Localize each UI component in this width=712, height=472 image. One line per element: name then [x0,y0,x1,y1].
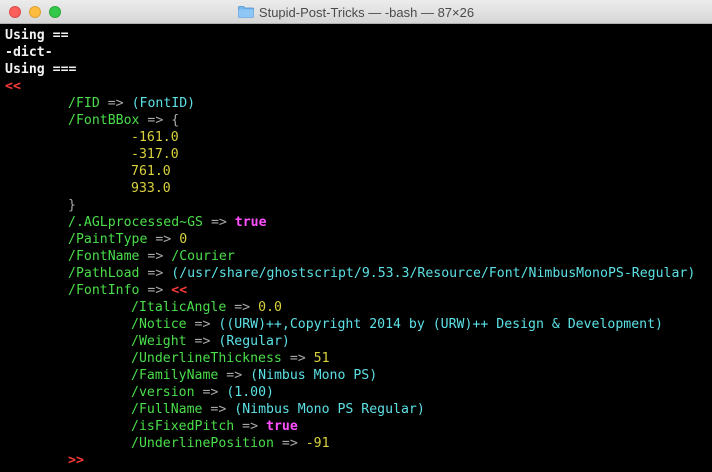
dict-key: /FamilyName [131,368,219,383]
dict-key: /FontName [68,249,140,264]
title-bar[interactable]: Stupid-Post-Tricks — -bash — 87×26 [0,0,712,24]
dict-key: /PaintType [68,232,148,247]
output-line: Using == [5,27,712,44]
array-item: -161.0 [5,129,712,146]
dict-value: 0 [179,232,188,247]
dict-value: ((URW)++,Copyright 2014 by (URW)++ Desig… [218,317,663,332]
array-item: -317.0 [5,146,712,163]
dict-key: /FontInfo [68,283,140,298]
dict-entry: /PathLoad => (/usr/share/ghostscript/9.5… [5,265,712,282]
arrow: => [194,317,211,332]
output-text: -dict- [5,45,53,60]
arrow: => [147,283,164,298]
dict-entry: /Notice => ((URW)++,Copyright 2014 by (U… [5,316,712,333]
dict-entry: /UnderlinePosition => -91 [5,435,712,452]
arrow: => [147,249,164,264]
array-value: -161.0 [131,130,179,145]
dict-key: /ItalicAngle [131,300,227,315]
dict-key: /PathLoad [68,266,140,281]
dict-key: /UnderlinePosition [131,436,274,451]
dict-entry: /.AGLprocessed~GS => true [5,214,712,231]
arrow: => [226,368,243,383]
array-open: { [171,113,180,128]
array-close: } [68,198,76,213]
terminal-output[interactable]: Using == -dict- Using === << /FID => (Fo… [0,24,712,472]
dict-value: /Courier [171,249,235,264]
dict-entry: /ItalicAngle => 0.0 [5,299,712,316]
dict-value: true [234,215,267,230]
dict-open-delimiter: << [171,283,188,298]
output-line: >> [5,452,712,469]
arrow: => [242,419,259,434]
arrow: => [147,113,164,128]
dict-value: (Regular) [218,334,290,349]
dict-key: /version [131,385,195,400]
dict-entry: /isFixedPitch => true [5,418,712,435]
dict-key: /FID [68,96,100,111]
dict-entry: /version => (1.00) [5,384,712,401]
arrow: => [155,232,172,247]
dict-key: /isFixedPitch [131,419,235,434]
dict-value: 0.0 [258,300,282,315]
dict-key: /Weight [131,334,187,349]
arrow: => [210,402,227,417]
arrow: => [194,334,211,349]
dict-entry: /Weight => (Regular) [5,333,712,350]
array-item: 933.0 [5,180,712,197]
array-value: -317.0 [131,147,179,162]
dict-value: (Nimbus Mono PS) [250,368,378,383]
dict-entry: /UnderlineThickness => 51 [5,350,712,367]
dict-entry: /FamilyName => (Nimbus Mono PS) [5,367,712,384]
output-text: Using == [5,28,69,43]
output-text: Using === [5,62,77,77]
arrow: => [281,436,298,451]
window-title: Stupid-Post-Tricks — -bash — 87×26 [0,0,712,24]
dict-entry: /FontBBox => { [5,112,712,129]
dict-entry: /FullName => (Nimbus Mono PS Regular) [5,401,712,418]
array-item: 761.0 [5,163,712,180]
dict-open-delimiter: << [5,79,21,94]
output-line: -dict- [5,44,712,61]
array-value: 933.0 [131,181,171,196]
arrow: => [210,215,227,230]
output-line: } [5,197,712,214]
dict-entry: /FontInfo => << [5,282,712,299]
arrow: => [107,96,124,111]
window-title-text: Stupid-Post-Tricks — -bash — 87×26 [258,4,475,20]
array-value: 761.0 [131,164,171,179]
dict-key: /FullName [131,402,203,417]
output-line: << [5,78,712,95]
terminal-window: Stupid-Post-Tricks — -bash — 87×26 Using… [0,0,712,472]
dict-key: /Notice [131,317,187,332]
arrow: => [234,300,251,315]
dict-entry: /FID => (FontID) [5,95,712,112]
dict-close-delimiter: >> [68,453,84,468]
arrow: => [147,266,164,281]
output-line: Using === [5,61,712,78]
dict-value: (1.00) [226,385,274,400]
folder-icon [238,6,254,18]
dict-value: (Nimbus Mono PS Regular) [234,402,425,417]
dict-value: true [266,419,298,434]
dict-value: -91 [305,436,330,451]
dict-entry: /PaintType => 0 [5,231,712,248]
dict-key: /.AGLprocessed~GS [68,215,203,230]
dict-entry: /FontName => /Courier [5,248,712,265]
arrow: => [289,351,306,366]
dict-value: 51 [313,351,330,366]
dict-key: /FontBBox [68,113,140,128]
dict-key: /UnderlineThickness [131,351,282,366]
dict-value: (/usr/share/ghostscript/9.53.3/Resource/… [171,266,696,281]
dict-value: (FontID) [131,96,196,111]
arrow: => [202,385,219,400]
